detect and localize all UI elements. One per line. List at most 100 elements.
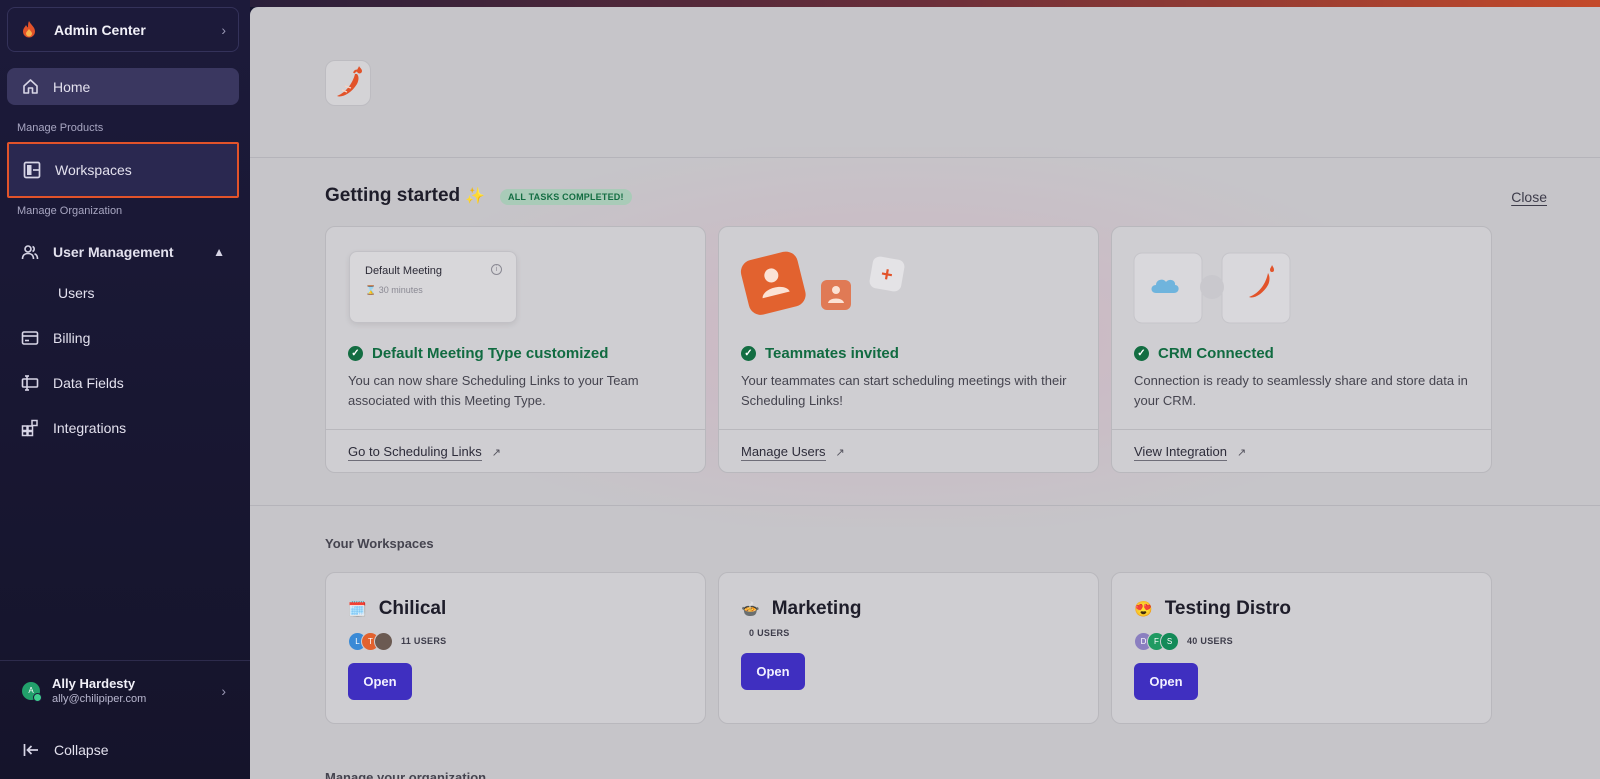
- user-count: 11 USERS: [401, 636, 447, 646]
- top-gradient-strip: [250, 0, 1600, 7]
- nav-integrations-label: Integrations: [53, 419, 127, 436]
- user-count: 0 USERS: [749, 628, 790, 638]
- nav-user-management[interactable]: User Management ▲: [7, 233, 239, 270]
- section-manage-organization: Manage Organization: [17, 205, 123, 217]
- nav-data-fields-label: Data Fields: [53, 374, 124, 391]
- view-integration-link[interactable]: View Integration: [1134, 444, 1227, 461]
- admin-center-title: Admin Center: [54, 21, 146, 38]
- user-email: ally@chilipiper.com: [52, 693, 147, 705]
- collapse-button[interactable]: Collapse: [22, 742, 108, 758]
- section-manage-products: Manage Products: [17, 122, 104, 134]
- meeting-preview-duration: ⌛ 30 minutes: [365, 285, 423, 295]
- user-name: Ally Hardesty: [52, 676, 136, 691]
- home-icon: [21, 78, 39, 96]
- workspace-card-marketing: 🍲 Marketing 0 USERS Open: [718, 572, 1099, 724]
- task-footer: Go to Scheduling Links ↗: [326, 429, 705, 472]
- nav-billing-label: Billing: [53, 329, 91, 346]
- nav-integrations[interactable]: Integrations: [7, 409, 239, 446]
- task-illustration: +: [719, 227, 1098, 327]
- sparkles-icon: ✨: [465, 188, 486, 205]
- status-badge: ALL TASKS COMPLETED!: [500, 189, 632, 205]
- chevron-right-icon: ›: [221, 21, 226, 38]
- workspace-name: Testing Distro: [1164, 598, 1292, 619]
- layout-icon: [23, 161, 41, 179]
- task-title-text: Teammates invited: [765, 345, 899, 362]
- arrow-up-right-icon: ↗: [835, 446, 845, 459]
- check-circle-icon: ✓: [741, 346, 756, 361]
- task-description: You can now share Scheduling Links to yo…: [348, 373, 639, 408]
- workspace-title: 🗓️ Chilical: [348, 598, 446, 620]
- duration-text: 30 minutes: [378, 285, 423, 295]
- task-footer: View Integration ↗: [1112, 429, 1491, 472]
- task-footer: Manage Users ↗: [719, 429, 1098, 472]
- divider: [250, 157, 1600, 158]
- divider: [250, 505, 1600, 506]
- main-content: Getting started ✨ ALL TASKS COMPLETED! C…: [250, 7, 1600, 779]
- avatar: A: [22, 681, 42, 702]
- task-title: ✓ Teammates invited: [741, 345, 899, 362]
- user-profile[interactable]: A Ally Hardesty ally@chilipiper.com ›: [0, 660, 250, 720]
- user-count: 40 USERS: [1187, 636, 1233, 646]
- task-description: Connection is ready to seamlessly share …: [1134, 373, 1468, 408]
- meeting-preview: Default Meeting ⌛ 30 minutes i: [349, 251, 517, 323]
- flame-icon: [20, 21, 38, 39]
- chevron-right-icon: ›: [221, 682, 226, 699]
- task-title-text: Default Meeting Type customized: [372, 345, 609, 362]
- workspace-name: Chilical: [378, 598, 447, 619]
- task-title-text: CRM Connected: [1158, 345, 1274, 362]
- admin-center-switcher[interactable]: Admin Center ›: [7, 7, 239, 52]
- users-icon: [21, 243, 39, 261]
- arrow-up-right-icon: ↗: [1237, 446, 1247, 459]
- open-workspace-button[interactable]: Open: [741, 653, 805, 690]
- nav-users-label: Users: [58, 284, 95, 301]
- credit-card-icon: [21, 329, 39, 347]
- task-description: Your teammates can start scheduling meet…: [741, 373, 1067, 408]
- heart-eyes-icon: 😍: [1134, 601, 1153, 618]
- manage-users-link[interactable]: Manage Users: [741, 444, 826, 461]
- task-card-meeting-type: Default Meeting ⌛ 30 minutes i ✓ Default…: [325, 226, 706, 473]
- getting-started-title: Getting started ✨: [325, 185, 485, 207]
- workspace-card-testing-distro: 😍 Testing Distro D F S 40 USERS Open: [1111, 572, 1492, 724]
- workspace-users: L T 11 USERS: [348, 631, 446, 651]
- workspace-title: 😍 Testing Distro: [1134, 598, 1291, 620]
- manage-organization-label: Manage your organization: [325, 770, 487, 779]
- collapse-icon: [22, 743, 40, 757]
- avatar: [374, 631, 393, 651]
- go-to-scheduling-links-link[interactable]: Go to Scheduling Links: [348, 444, 482, 461]
- task-card-teammates: + ✓ Teammates invited Your teammates can…: [718, 226, 1099, 473]
- nav-data-fields[interactable]: Data Fields: [7, 364, 239, 401]
- nav-workspaces[interactable]: Workspaces: [7, 142, 239, 198]
- pot-icon: 🍲: [741, 601, 760, 618]
- check-circle-icon: ✓: [348, 346, 363, 361]
- task-illustration: [1112, 227, 1491, 327]
- workspace-card-chilical: 🗓️ Chilical L T 11 USERS Open: [325, 572, 706, 724]
- collapse-label: Collapse: [54, 742, 109, 758]
- workspace-name: Marketing: [771, 598, 862, 619]
- check-circle-icon: ✓: [1134, 346, 1149, 361]
- integrations-icon: [21, 419, 39, 437]
- arrow-up-right-icon: ↗: [491, 446, 501, 459]
- nav-billing[interactable]: Billing: [7, 319, 239, 356]
- meeting-preview-title: Default Meeting: [365, 265, 443, 277]
- calendar-icon: 🗓️: [348, 601, 367, 618]
- workspaces-section-label: Your Workspaces: [325, 536, 434, 551]
- close-getting-started-link[interactable]: Close: [1511, 189, 1547, 205]
- avatar: S: [1160, 631, 1179, 651]
- crm-illustration: [1133, 252, 1291, 324]
- getting-started-title-text: Getting started: [325, 185, 461, 206]
- nav-home[interactable]: Home: [7, 68, 239, 105]
- nav-home-label: Home: [53, 78, 91, 95]
- task-illustration: Default Meeting ⌛ 30 minutes i: [326, 227, 705, 327]
- workspace-users: D F S 40 USERS: [1134, 631, 1233, 651]
- teammates-illustration: +: [740, 251, 905, 315]
- task-title: ✓ Default Meeting Type customized: [348, 345, 608, 362]
- workspace-title: 🍲 Marketing: [741, 598, 861, 620]
- user-text: Ally Hardesty ally@chilipiper.com: [52, 676, 221, 705]
- info-icon: i: [491, 264, 502, 275]
- open-workspace-button[interactable]: Open: [348, 663, 412, 700]
- workspace-users: 0 USERS: [749, 623, 790, 643]
- nav-users[interactable]: Users: [7, 274, 239, 311]
- chili-logo: [325, 60, 371, 106]
- open-workspace-button[interactable]: Open: [1134, 663, 1198, 700]
- data-fields-icon: [21, 374, 39, 392]
